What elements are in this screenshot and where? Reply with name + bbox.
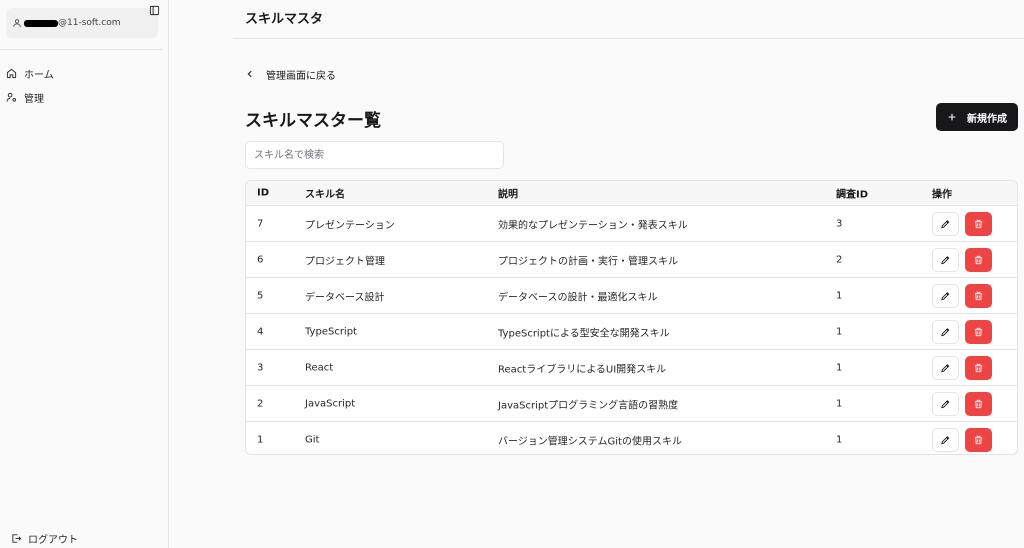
- pencil-icon: [940, 435, 951, 446]
- edit-button[interactable]: [932, 428, 959, 452]
- trash-icon: [973, 398, 984, 409]
- column-header-type-id: 調査ID: [836, 189, 869, 201]
- cell-description: バージョン管理システムGitの使用スキル: [498, 436, 682, 448]
- trash-icon: [973, 362, 984, 373]
- cell-id: 7: [257, 218, 264, 229]
- table-row: 7 プレゼンテーション 効果的なプレゼンテーション・発表スキル 3: [246, 206, 1017, 242]
- cell-type-id: 1: [836, 398, 843, 409]
- sidebar-item-label: ホーム: [24, 70, 54, 81]
- column-header-name: スキル名: [305, 189, 345, 201]
- cell-description: JavaScriptプログラミング言語の習熟度: [498, 400, 679, 411]
- cell-skill-name: プレゼンテーション: [305, 220, 395, 231]
- cell-type-id: 1: [836, 362, 843, 373]
- table-header: ID スキル名 説明 調査ID 操作: [246, 181, 1017, 206]
- cell-description: TypeScriptによる型安全な開発スキル: [498, 328, 670, 339]
- table-row: 3 React ReactライブラリによるUI開発スキル 1: [246, 350, 1017, 386]
- edit-button[interactable]: [932, 355, 959, 380]
- cell-skill-name: TypeScript: [305, 326, 357, 337]
- cell-skill-name: Git: [305, 434, 320, 446]
- sidebar-item-label: 管理: [24, 94, 44, 105]
- user-cog-icon: [6, 92, 18, 104]
- delete-button[interactable]: [965, 211, 992, 236]
- trash-icon: [973, 290, 984, 301]
- skill-table: ID スキル名 説明 調査ID 操作 7 プレゼンテーション 効果的なプレゼンテーシ…: [245, 180, 1018, 455]
- header-title: スキルマスタ: [245, 12, 324, 27]
- cell-type-id: 1: [836, 290, 843, 301]
- pencil-icon: [940, 398, 951, 409]
- search-input[interactable]: [245, 141, 504, 169]
- pencil-icon: [940, 362, 951, 373]
- column-header-id: ID: [257, 187, 270, 199]
- pencil-icon: [940, 218, 951, 229]
- trash-icon: [973, 218, 984, 229]
- cell-type-id: 2: [836, 254, 843, 265]
- trash-icon: [973, 254, 984, 265]
- table-row: 5 データベース設計 データベースの設計・最適化スキル 1: [246, 278, 1017, 314]
- sidebar-item-home[interactable]: ホーム: [6, 66, 54, 81]
- cell-description: 効果的なプレゼンテーション・発表スキル: [498, 220, 688, 231]
- logout-button[interactable]: ログアウト: [11, 531, 78, 546]
- edit-button[interactable]: [932, 283, 959, 308]
- plus-icon: [947, 112, 957, 122]
- pencil-icon: [940, 290, 951, 301]
- table-row: 6 プロジェクト管理 プロジェクトの計画・実行・管理スキル 2: [246, 242, 1017, 278]
- trash-icon: [973, 326, 984, 337]
- delete-button[interactable]: [965, 355, 992, 380]
- redacted-username: [24, 19, 58, 27]
- new-button[interactable]: 新規作成: [936, 103, 1018, 131]
- logout-icon: [11, 533, 23, 545]
- cell-description: データベースの設計・最適化スキル: [498, 292, 658, 303]
- cell-skill-name: JavaScript: [305, 398, 356, 409]
- page-title: スキルマスター覧: [245, 111, 381, 131]
- delete-button[interactable]: [965, 319, 992, 344]
- table-row: 1 Git バージョン管理システムGitの使用スキル 1: [246, 422, 1017, 454]
- table-row: 4 TypeScript TypeScriptによる型安全な開発スキル 1: [246, 314, 1017, 350]
- edit-button[interactable]: [932, 247, 959, 272]
- cell-skill-name: React: [305, 362, 334, 373]
- edit-button[interactable]: [932, 391, 959, 416]
- cell-type-id: 1: [836, 326, 843, 337]
- cell-skill-name: データベース設計: [305, 292, 385, 303]
- user-account[interactable]: @11-soft.com: [6, 8, 158, 38]
- sidebar: @11-soft.com ホーム 管理 ログアウト: [0, 0, 169, 548]
- back-label: 管理画面に戻る: [266, 71, 336, 82]
- edit-button[interactable]: [932, 211, 959, 236]
- trash-icon: [973, 435, 984, 446]
- back-to-admin-link[interactable]: 管理画面に戻る: [245, 67, 336, 82]
- cell-id: 1: [257, 434, 264, 446]
- home-icon: [6, 68, 18, 80]
- cell-id: 2: [257, 398, 264, 409]
- sidebar-toggle-icon[interactable]: [148, 4, 160, 16]
- cell-id: 6: [257, 254, 264, 265]
- sidebar-divider: [0, 49, 163, 50]
- chevron-left-icon: [245, 69, 257, 81]
- cell-skill-name: プロジェクト管理: [305, 256, 385, 267]
- cell-description: プロジェクトの計画・実行・管理スキル: [498, 256, 678, 267]
- cell-id: 4: [257, 326, 264, 337]
- cell-id: 5: [257, 290, 264, 301]
- delete-button[interactable]: [965, 428, 992, 452]
- user-email: @11-soft.com: [58, 18, 121, 28]
- cell-description: ReactライブラリによるUI開発スキル: [498, 364, 667, 375]
- cell-type-id: 3: [836, 218, 843, 229]
- cell-id: 3: [257, 362, 264, 373]
- logout-label: ログアウト: [28, 535, 78, 546]
- cell-type-id: 1: [836, 434, 843, 446]
- column-header-description: 説明: [498, 189, 518, 201]
- pencil-icon: [940, 326, 951, 337]
- table-row: 2 JavaScript JavaScriptプログラミング言語の習熟度 1: [246, 386, 1017, 422]
- delete-button[interactable]: [965, 283, 992, 308]
- pencil-icon: [940, 254, 951, 265]
- header-divider: [233, 38, 1024, 39]
- new-button-label: 新規作成: [967, 113, 1007, 125]
- sidebar-item-admin[interactable]: 管理: [6, 90, 44, 105]
- edit-button[interactable]: [932, 319, 959, 344]
- delete-button[interactable]: [965, 391, 992, 416]
- delete-button[interactable]: [965, 247, 992, 272]
- user-icon: [12, 18, 22, 28]
- column-header-actions: 操作: [932, 189, 952, 201]
